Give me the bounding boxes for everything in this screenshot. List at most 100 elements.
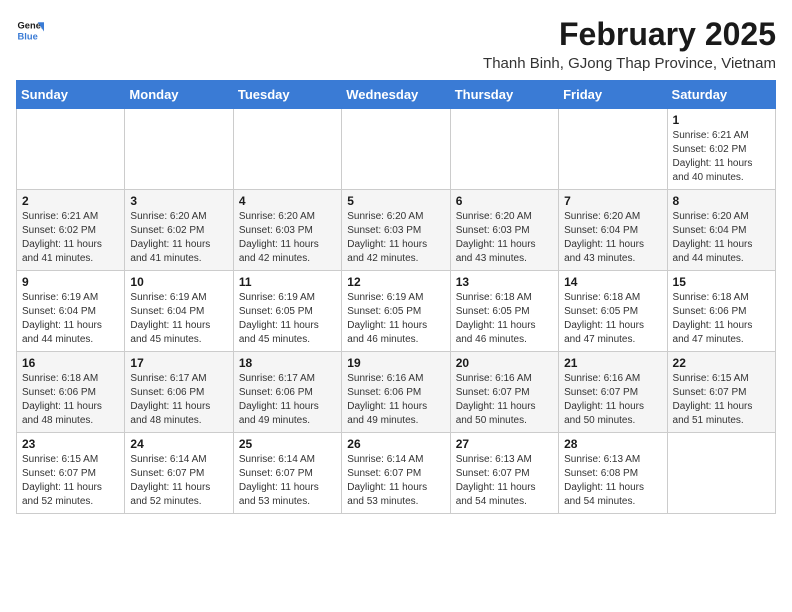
day-info: Sunrise: 6:18 AM Sunset: 6:06 PM Dayligh… bbox=[673, 291, 770, 347]
weekday-header-tuesday: Tuesday bbox=[233, 81, 341, 109]
day-number: 26 bbox=[347, 437, 444, 451]
day-info: Sunrise: 6:19 AM Sunset: 6:05 PM Dayligh… bbox=[347, 291, 444, 347]
calendar-cell: 18Sunrise: 6:17 AM Sunset: 6:06 PM Dayli… bbox=[233, 352, 341, 433]
day-number: 1 bbox=[673, 113, 770, 127]
calendar-cell: 23 Sunrise: 6:15 AM Sunset: 6:07 PM Dayli… bbox=[17, 433, 125, 514]
day-number: 5 bbox=[347, 194, 444, 208]
day-number: 25 bbox=[239, 437, 336, 451]
week-row-3: 9 Sunrise: 6:19 AM Sunset: 6:04 PM Daylig… bbox=[17, 271, 776, 352]
day-info: Sunrise: 6:18 AM Sunset: 6:05 PM Dayligh… bbox=[456, 291, 553, 347]
day-number: 12 bbox=[347, 275, 444, 289]
calendar-cell: 28 Sunrise: 6:13 AM Sunset: 6:08 PM Dayli… bbox=[559, 433, 667, 514]
day-info: Sunrise: 6:19 AM Sunset: 6:05 PM Dayligh… bbox=[239, 291, 336, 347]
calendar-cell: 4 Sunrise: 6:20 AM Sunset: 6:03 PM Daylig… bbox=[233, 190, 341, 271]
calendar-cell bbox=[667, 433, 775, 514]
calendar-title: February 2025 bbox=[483, 16, 776, 53]
day-info: Sunrise: 6:13 AM Sunset: 6:07 PM Dayligh… bbox=[456, 453, 553, 509]
week-row-1: 1Sunrise: 6:21 AM Sunset: 6:02 PM Daylig… bbox=[17, 109, 776, 190]
day-number: 27 bbox=[456, 437, 553, 451]
page-header: General Blue February 2025 Thanh Binh, G… bbox=[16, 16, 776, 72]
calendar-cell: 9 Sunrise: 6:19 AM Sunset: 6:04 PM Daylig… bbox=[17, 271, 125, 352]
weekday-header-wednesday: Wednesday bbox=[342, 81, 450, 109]
day-number: 14 bbox=[564, 275, 661, 289]
calendar-cell: 22Sunrise: 6:15 AM Sunset: 6:07 PM Dayli… bbox=[667, 352, 775, 433]
weekday-header-thursday: Thursday bbox=[450, 81, 558, 109]
day-info: Sunrise: 6:14 AM Sunset: 6:07 PM Dayligh… bbox=[239, 453, 336, 509]
day-info: Sunrise: 6:20 AM Sunset: 6:04 PM Dayligh… bbox=[673, 210, 770, 266]
logo: General Blue bbox=[16, 16, 44, 44]
day-number: 15 bbox=[673, 275, 770, 289]
week-row-4: 16 Sunrise: 6:18 AM Sunset: 6:06 PM Dayli… bbox=[17, 352, 776, 433]
day-number: 20 bbox=[456, 356, 553, 370]
calendar-cell: 7 Sunrise: 6:20 AM Sunset: 6:04 PM Daylig… bbox=[559, 190, 667, 271]
calendar-cell: 12 Sunrise: 6:19 AM Sunset: 6:05 PM Dayli… bbox=[342, 271, 450, 352]
calendar-cell: 2 Sunrise: 6:21 AM Sunset: 6:02 PM Daylig… bbox=[17, 190, 125, 271]
calendar-cell bbox=[17, 109, 125, 190]
day-info: Sunrise: 6:21 AM Sunset: 6:02 PM Dayligh… bbox=[22, 210, 119, 266]
day-number: 28 bbox=[564, 437, 661, 451]
day-number: 19 bbox=[347, 356, 444, 370]
calendar-cell: 8 Sunrise: 6:20 AM Sunset: 6:04 PM Daylig… bbox=[667, 190, 775, 271]
day-info: Sunrise: 6:15 AM Sunset: 6:07 PM Dayligh… bbox=[673, 372, 770, 428]
day-info: Sunrise: 6:16 AM Sunset: 6:07 PM Dayligh… bbox=[564, 372, 661, 428]
day-info: Sunrise: 6:20 AM Sunset: 6:03 PM Dayligh… bbox=[239, 210, 336, 266]
day-info: Sunrise: 6:20 AM Sunset: 6:03 PM Dayligh… bbox=[456, 210, 553, 266]
day-info: Sunrise: 6:17 AM Sunset: 6:06 PM Dayligh… bbox=[130, 372, 227, 428]
calendar-cell: 27 Sunrise: 6:13 AM Sunset: 6:07 PM Dayli… bbox=[450, 433, 558, 514]
day-number: 9 bbox=[22, 275, 119, 289]
calendar-cell: 21Sunrise: 6:16 AM Sunset: 6:07 PM Dayli… bbox=[559, 352, 667, 433]
day-info: Sunrise: 6:13 AM Sunset: 6:08 PM Dayligh… bbox=[564, 453, 661, 509]
day-number: 4 bbox=[239, 194, 336, 208]
calendar-cell: 13 Sunrise: 6:18 AM Sunset: 6:05 PM Dayli… bbox=[450, 271, 558, 352]
svg-text:Blue: Blue bbox=[18, 31, 38, 41]
calendar-cell: 14 Sunrise: 6:18 AM Sunset: 6:05 PM Dayli… bbox=[559, 271, 667, 352]
weekday-header-sunday: Sunday bbox=[17, 81, 125, 109]
day-number: 10 bbox=[130, 275, 227, 289]
day-info: Sunrise: 6:14 AM Sunset: 6:07 PM Dayligh… bbox=[347, 453, 444, 509]
calendar-cell: 16 Sunrise: 6:18 AM Sunset: 6:06 PM Dayli… bbox=[17, 352, 125, 433]
day-info: Sunrise: 6:14 AM Sunset: 6:07 PM Dayligh… bbox=[130, 453, 227, 509]
day-number: 16 bbox=[22, 356, 119, 370]
calendar-cell: 24 Sunrise: 6:14 AM Sunset: 6:07 PM Dayli… bbox=[125, 433, 233, 514]
calendar-cell: 15 Sunrise: 6:18 AM Sunset: 6:06 PM Dayli… bbox=[667, 271, 775, 352]
calendar-subtitle: Thanh Binh, GJong Thap Province, Vietnam bbox=[483, 55, 776, 72]
day-number: 24 bbox=[130, 437, 227, 451]
calendar-cell: 17 Sunrise: 6:17 AM Sunset: 6:06 PM Dayli… bbox=[125, 352, 233, 433]
calendar-cell: 25 Sunrise: 6:14 AM Sunset: 6:07 PM Dayli… bbox=[233, 433, 341, 514]
day-info: Sunrise: 6:19 AM Sunset: 6:04 PM Dayligh… bbox=[22, 291, 119, 347]
day-info: Sunrise: 6:15 AM Sunset: 6:07 PM Dayligh… bbox=[22, 453, 119, 509]
calendar-cell: 26 Sunrise: 6:14 AM Sunset: 6:07 PM Dayli… bbox=[342, 433, 450, 514]
week-row-5: 23 Sunrise: 6:15 AM Sunset: 6:07 PM Dayli… bbox=[17, 433, 776, 514]
day-info: Sunrise: 6:18 AM Sunset: 6:06 PM Dayligh… bbox=[22, 372, 119, 428]
day-number: 11 bbox=[239, 275, 336, 289]
day-number: 8 bbox=[673, 194, 770, 208]
calendar-cell: 10 Sunrise: 6:19 AM Sunset: 6:04 PM Dayli… bbox=[125, 271, 233, 352]
day-number: 2 bbox=[22, 194, 119, 208]
day-info: Sunrise: 6:18 AM Sunset: 6:05 PM Dayligh… bbox=[564, 291, 661, 347]
week-row-2: 2 Sunrise: 6:21 AM Sunset: 6:02 PM Daylig… bbox=[17, 190, 776, 271]
calendar-cell: 19 Sunrise: 6:16 AM Sunset: 6:06 PM Dayli… bbox=[342, 352, 450, 433]
calendar-cell: 5 Sunrise: 6:20 AM Sunset: 6:03 PM Daylig… bbox=[342, 190, 450, 271]
calendar-table: SundayMondayTuesdayWednesdayThursdayFrid… bbox=[16, 80, 776, 514]
calendar-cell: 1Sunrise: 6:21 AM Sunset: 6:02 PM Daylig… bbox=[667, 109, 775, 190]
day-info: Sunrise: 6:19 AM Sunset: 6:04 PM Dayligh… bbox=[130, 291, 227, 347]
logo-icon: General Blue bbox=[16, 16, 44, 44]
calendar-cell bbox=[125, 109, 233, 190]
day-info: Sunrise: 6:20 AM Sunset: 6:04 PM Dayligh… bbox=[564, 210, 661, 266]
calendar-cell: 6Sunrise: 6:20 AM Sunset: 6:03 PM Daylig… bbox=[450, 190, 558, 271]
day-info: Sunrise: 6:16 AM Sunset: 6:06 PM Dayligh… bbox=[347, 372, 444, 428]
day-info: Sunrise: 6:20 AM Sunset: 6:03 PM Dayligh… bbox=[347, 210, 444, 266]
day-number: 23 bbox=[22, 437, 119, 451]
day-number: 13 bbox=[456, 275, 553, 289]
title-block: February 2025 Thanh Binh, GJong Thap Pro… bbox=[483, 16, 776, 72]
calendar-cell bbox=[559, 109, 667, 190]
calendar-cell: 3 Sunrise: 6:20 AM Sunset: 6:02 PM Daylig… bbox=[125, 190, 233, 271]
day-number: 7 bbox=[564, 194, 661, 208]
day-info: Sunrise: 6:20 AM Sunset: 6:02 PM Dayligh… bbox=[130, 210, 227, 266]
weekday-header-friday: Friday bbox=[559, 81, 667, 109]
day-info: Sunrise: 6:16 AM Sunset: 6:07 PM Dayligh… bbox=[456, 372, 553, 428]
calendar-cell bbox=[233, 109, 341, 190]
day-info: Sunrise: 6:17 AM Sunset: 6:06 PM Dayligh… bbox=[239, 372, 336, 428]
day-number: 3 bbox=[130, 194, 227, 208]
day-number: 17 bbox=[130, 356, 227, 370]
